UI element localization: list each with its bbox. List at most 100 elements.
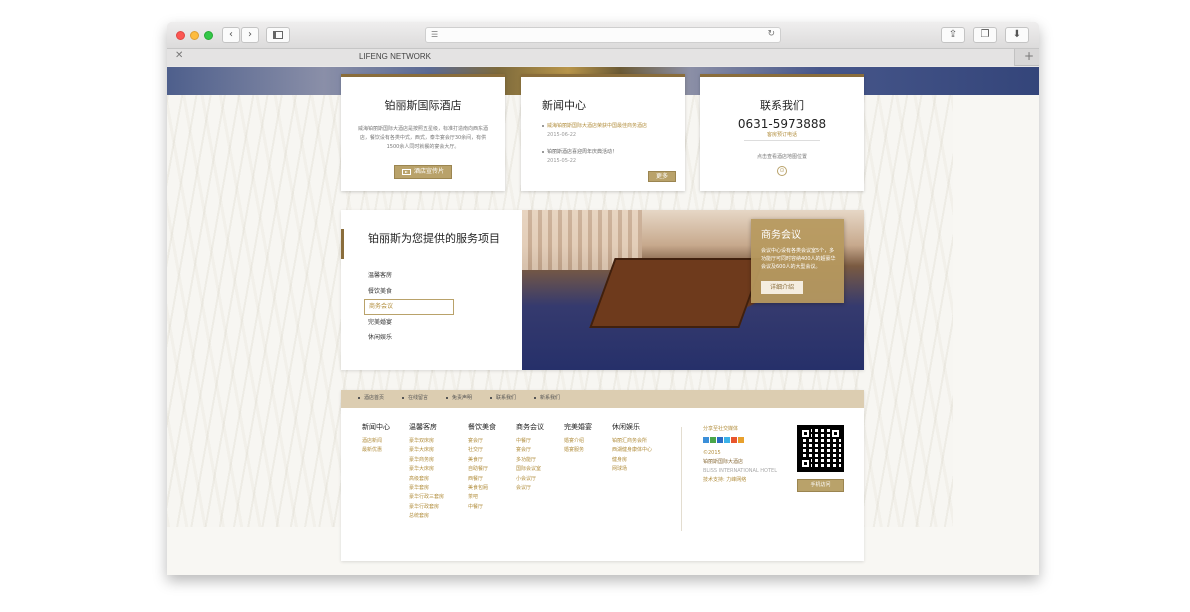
browser-tab[interactable]: ✕ LIFENG NETWORK [167, 49, 1015, 66]
services-section: 铂丽斯为您提供的服务项目 温馨客房 餐饮美食 商务会议 完美婚宴 休闲娱乐 商务… [341, 210, 864, 370]
services-menu-item-dining[interactable]: 餐饮美食 [364, 284, 454, 300]
footer-link[interactable]: 豪华双床房 [409, 437, 444, 446]
service-detail-button[interactable]: 详细介绍 [761, 281, 803, 294]
footer-link[interactable]: 婚宴介绍 [564, 437, 592, 446]
footer-link[interactable]: 婚宴服务 [564, 446, 592, 455]
zoom-window-button[interactable] [204, 31, 213, 40]
footer-link[interactable]: 美食包厢 [468, 484, 496, 493]
tech-support[interactable]: 技术支持: 力峰网络 [703, 476, 777, 485]
browser-window: ‹ › ☰ ↻ ⇪ ❐ ⬇ ✕ LIFENG NETWORK + 铂丽斯国际酒店… [167, 22, 1039, 575]
news-more-button[interactable]: 更多 [648, 171, 676, 182]
footer-link[interactable]: 美食厅 [468, 456, 496, 465]
footer-link[interactable]: 中餐厅 [516, 437, 544, 446]
footer-column-weddings: 完美婚宴 婚宴介绍 婚宴服务 [564, 424, 592, 456]
map-link[interactable]: 点击查看酒店地图位置 [700, 155, 864, 160]
footer-column-dining: 餐饮美食 宴会厅 社交厅 美食厅 自助餐厅 西餐厅 美食包厢 茶吧 中餐厅 [468, 424, 496, 512]
footer-link[interactable]: 豪华行政三套房 [409, 493, 444, 502]
footer-link[interactable]: 酒店新闻 [362, 437, 390, 446]
reader-icon[interactable]: ☰ [431, 31, 438, 39]
play-icon [401, 169, 411, 175]
footer-link[interactable]: 西湖健身康体中心 [612, 446, 652, 455]
more-share-icon[interactable] [738, 437, 744, 443]
qr-corner [800, 458, 811, 469]
sidebar-button[interactable] [266, 27, 290, 43]
news-item-date: 2015-06-22 [547, 132, 577, 138]
footer-link[interactable]: 中餐厅 [468, 503, 496, 512]
hotel-card-description: 威海铂丽斯国际大酒店是按照五星级，标准打造南向西东酒店，餐饮设有各类中式，西式，… [357, 126, 488, 150]
footer-link[interactable]: 豪华套房 [409, 484, 444, 493]
browser-toolbar: ‹ › ☰ ↻ ⇪ ❐ ⬇ [167, 22, 1039, 49]
footer-link[interactable]: 总统套房 [409, 512, 444, 521]
hotel-video-button[interactable]: 酒店宣传片 [394, 165, 452, 179]
news-card-title: 新闻中心 [542, 99, 586, 112]
footer-nav-contact[interactable]: 联系我们 [490, 396, 516, 401]
share-button[interactable]: ⇪ [941, 27, 965, 43]
footer-nav-disclaimer[interactable]: 免责声明 [446, 396, 472, 401]
footer-nav-message[interactable]: 在线留言 [402, 396, 428, 401]
footer-link[interactable]: 会议厅 [516, 484, 544, 493]
footer-column-heading: 休闲娱乐 [612, 423, 640, 431]
footer-column-news: 新闻中心 酒店新闻 最新优惠 [362, 424, 390, 456]
close-window-button[interactable] [176, 31, 185, 40]
footer-link[interactable]: 高级套房 [409, 475, 444, 484]
tab-bar: ✕ LIFENG NETWORK + [167, 49, 1039, 66]
footer-column-heading: 新闻中心 [362, 423, 390, 431]
reload-icon[interactable]: ↻ [767, 30, 775, 39]
footer-divider [681, 427, 682, 531]
news-item[interactable]: 威海铂丽斯国际大酒店荣获中国最佳商务酒店 2015-06-22 [542, 124, 672, 138]
address-bar[interactable]: ☰ ↻ [425, 27, 781, 43]
footer-link[interactable]: 最新优惠 [362, 446, 390, 455]
sidebar-icon [273, 31, 283, 39]
services-menu-item-meetings[interactable]: 商务会议 [364, 299, 454, 315]
services-menu-item-weddings[interactable]: 完美婚宴 [364, 315, 454, 331]
footer-link[interactable]: 豪华行政套房 [409, 503, 444, 512]
wechat-icon[interactable] [710, 437, 716, 443]
hotel-intro-card: 铂丽斯国际酒店 威海铂丽斯国际大酒店是按照五星级，标准打造南向西东酒店，餐饮设有… [341, 74, 505, 191]
news-item-title[interactable]: 威海铂丽斯国际大酒店荣获中国最佳商务酒店 [547, 123, 647, 129]
minimize-window-button[interactable] [190, 31, 199, 40]
contact-card: 联系我们 0631-5973888 客房预订电话 点击查看酒店地图位置 ⊙ [700, 74, 864, 191]
mobile-access-button[interactable]: 手机访问 [797, 479, 844, 492]
footer-link[interactable]: 自助餐厅 [468, 465, 496, 474]
footer-link[interactable]: 豪华大床房 [409, 446, 444, 455]
social-heading: 分享至社交媒体 [703, 426, 739, 432]
page-viewport: 铂丽斯国际酒店 威海铂丽斯国际大酒店是按照五星级，标准打造南向西东酒店，餐饮设有… [167, 67, 1039, 575]
footer-link[interactable]: 宴会厅 [468, 437, 496, 446]
chevron-left-icon: ‹ [229, 29, 233, 40]
footer-nav-about[interactable]: 新系我们 [534, 396, 560, 401]
service-feature-description: 会议中心设有各类会议室5个，多功能厅可同时容纳400人的超豪华会议及600人的大… [761, 248, 836, 270]
tencent-weibo-icon[interactable] [724, 437, 730, 443]
contact-phone-label: 客房预订电话 [766, 132, 797, 138]
footer-link[interactable]: 网球场 [612, 465, 652, 474]
renren-icon[interactable] [717, 437, 723, 443]
news-item-title[interactable]: 铂丽斯酒店喜迎周年庆典活动！ [547, 149, 617, 155]
footer-link[interactable]: 铂丽汇商务会所 [612, 437, 652, 446]
map-pin-icon[interactable]: ⊙ [777, 166, 787, 176]
hotel-video-button-label: 酒店宣传片 [413, 168, 444, 175]
news-card: 新闻中心 威海铂丽斯国际大酒店荣获中国最佳商务酒店 2015-06-22 铂丽斯… [521, 74, 685, 191]
footer-link[interactable]: 西餐厅 [468, 475, 496, 484]
footer-link[interactable]: 茶吧 [468, 493, 496, 502]
qzone-icon[interactable] [703, 437, 709, 443]
footer-link[interactable]: 社交厅 [468, 446, 496, 455]
tabs-overview-button[interactable]: ❐ [973, 27, 997, 43]
footer-link[interactable]: 多功能厅 [516, 456, 544, 465]
back-button[interactable]: ‹ [222, 27, 240, 43]
qr-code [797, 425, 844, 472]
footer-link[interactable]: 小会议厅 [516, 475, 544, 484]
footer-link[interactable]: 国际会议室 [516, 465, 544, 474]
footer-link[interactable]: 宴会厅 [516, 446, 544, 455]
forward-button[interactable]: › [241, 27, 259, 43]
footer-link[interactable]: 健身房 [612, 456, 652, 465]
service-feature-title: 商务会议 [761, 230, 801, 241]
footer-link[interactable]: 豪华大床房 [409, 465, 444, 474]
news-item[interactable]: 铂丽斯酒店喜迎周年庆典活动！ 2015-05-22 [542, 150, 672, 164]
footer-column-leisure: 休闲娱乐 铂丽汇商务会所 西湖健身康体中心 健身房 网球场 [612, 424, 652, 475]
footer-link[interactable]: 豪华商务房 [409, 456, 444, 465]
footer-nav-home[interactable]: 酒店首页 [358, 396, 384, 401]
services-menu-item-leisure[interactable]: 休闲娱乐 [364, 330, 454, 346]
new-tab-button[interactable]: + [1024, 50, 1034, 62]
services-menu-item-rooms[interactable]: 温馨客房 [364, 268, 454, 284]
weibo-icon[interactable] [731, 437, 737, 443]
downloads-button[interactable]: ⬇ [1005, 27, 1029, 43]
